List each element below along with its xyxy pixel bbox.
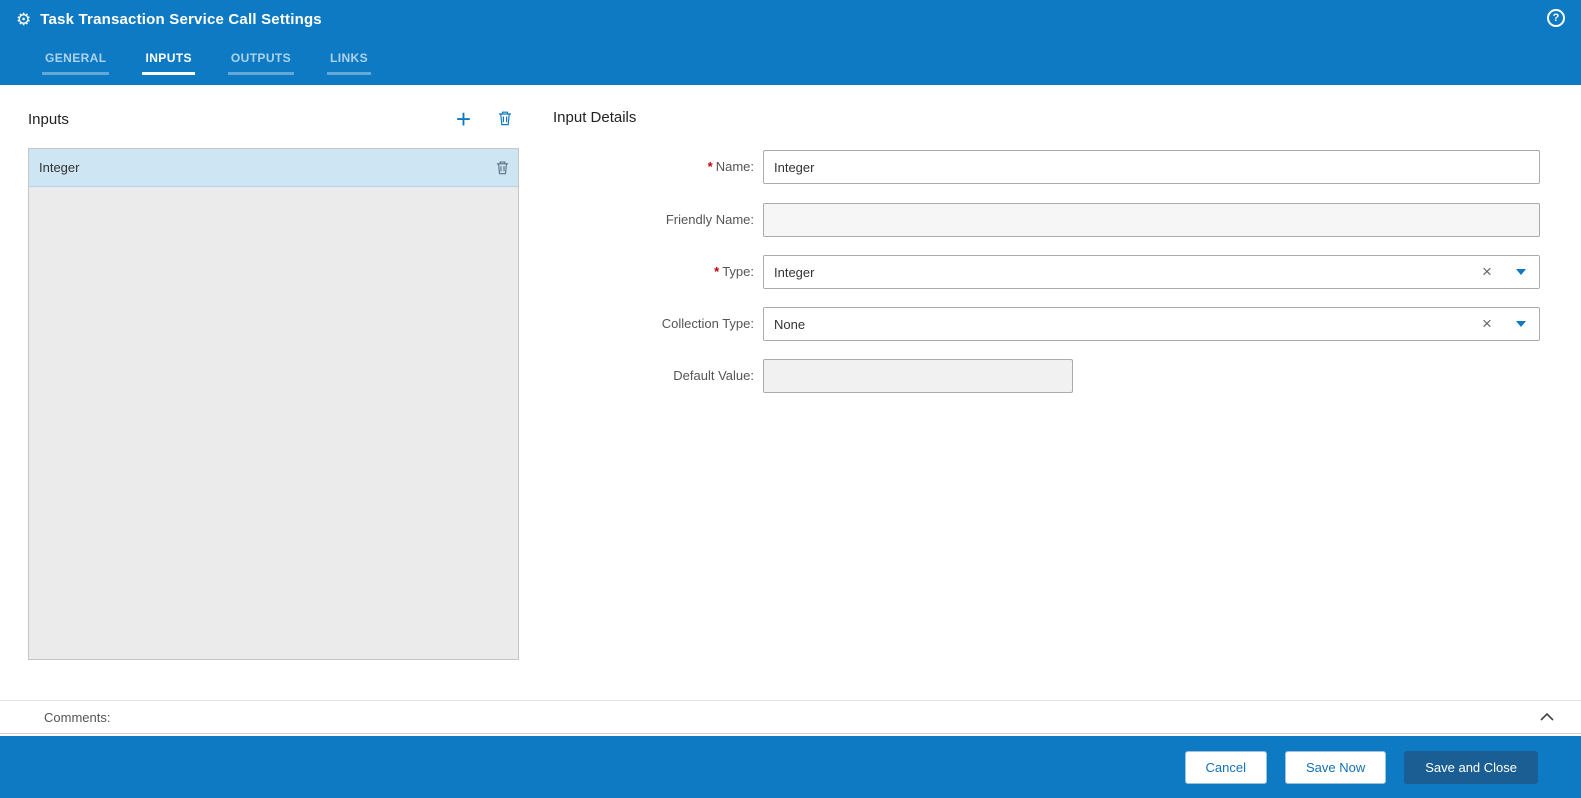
inputs-list: Integer: [28, 148, 519, 660]
add-input-button[interactable]: +: [452, 106, 475, 132]
delete-input-button[interactable]: [491, 110, 519, 129]
footer: Cancel Save Now Save and Close: [0, 736, 1581, 798]
titlebar: ⚙ Task Transaction Service Call Settings: [0, 0, 1581, 38]
comments-bar[interactable]: Comments:: [0, 700, 1581, 734]
type-dropdown[interactable]: Integer ×: [763, 255, 1540, 289]
tab-inputs[interactable]: INPUTS: [142, 43, 195, 75]
details-panel-title: Input Details: [553, 109, 637, 126]
cancel-button[interactable]: Cancel: [1184, 750, 1267, 784]
comments-label: Comments:: [44, 709, 111, 725]
list-item[interactable]: Integer: [29, 149, 518, 187]
collection-type-dropdown-value: None: [774, 316, 806, 332]
tab-bar: GENERAL INPUTS OUTPUTS LINKS: [0, 38, 1581, 75]
clear-icon[interactable]: ×: [1471, 308, 1503, 340]
type-field-row: * Type: Integer ×: [553, 255, 1540, 289]
dialog-title: Task Transaction Service Call Settings: [40, 10, 322, 28]
save-now-button[interactable]: Save Now: [1284, 750, 1387, 784]
collection-type-field-row: Collection Type: None ×: [553, 307, 1540, 341]
friendly-name-input[interactable]: [763, 203, 1540, 237]
friendly-name-label: Friendly Name:: [665, 212, 754, 227]
row-trash-icon[interactable]: [495, 160, 510, 175]
header: ⚙ Task Transaction Service Call Settings…: [0, 0, 1581, 85]
collection-type-dropdown[interactable]: None ×: [763, 307, 1540, 341]
save-and-close-button[interactable]: Save and Close: [1404, 750, 1538, 784]
required-marker: *: [707, 159, 713, 174]
name-label: * Name:: [707, 159, 754, 174]
tab-outputs[interactable]: OUTPUTS: [227, 43, 295, 75]
help-icon[interactable]: ?: [1547, 9, 1565, 27]
tab-general[interactable]: GENERAL: [42, 43, 110, 75]
type-label: * Type:: [714, 264, 754, 279]
default-value-input[interactable]: [763, 359, 1073, 393]
tab-links[interactable]: LINKS: [327, 43, 372, 75]
name-input[interactable]: [763, 150, 1540, 184]
default-value-field-row: Default Value:: [553, 359, 1073, 393]
settings-dialog: ⚙ Task Transaction Service Call Settings…: [0, 0, 1581, 798]
type-dropdown-value: Integer: [774, 264, 815, 280]
required-marker: *: [714, 264, 720, 279]
dropdown-caret-icon[interactable]: [1503, 269, 1539, 275]
inputs-panel-header: Inputs +: [28, 103, 519, 135]
name-field-row: * Name:: [553, 150, 1540, 184]
clear-icon[interactable]: ×: [1471, 256, 1503, 288]
trash-icon: [497, 110, 513, 129]
chevron-up-icon[interactable]: [1539, 711, 1555, 723]
friendly-name-field-row: Friendly Name:: [553, 203, 1540, 237]
inputs-panel-title: Inputs: [28, 110, 69, 128]
collection-type-label: Collection Type:: [661, 316, 754, 331]
gear-icon: ⚙: [16, 9, 32, 29]
list-item-label: Integer: [39, 160, 80, 175]
dropdown-caret-icon[interactable]: [1503, 321, 1539, 327]
default-value-label: Default Value:: [673, 368, 754, 383]
